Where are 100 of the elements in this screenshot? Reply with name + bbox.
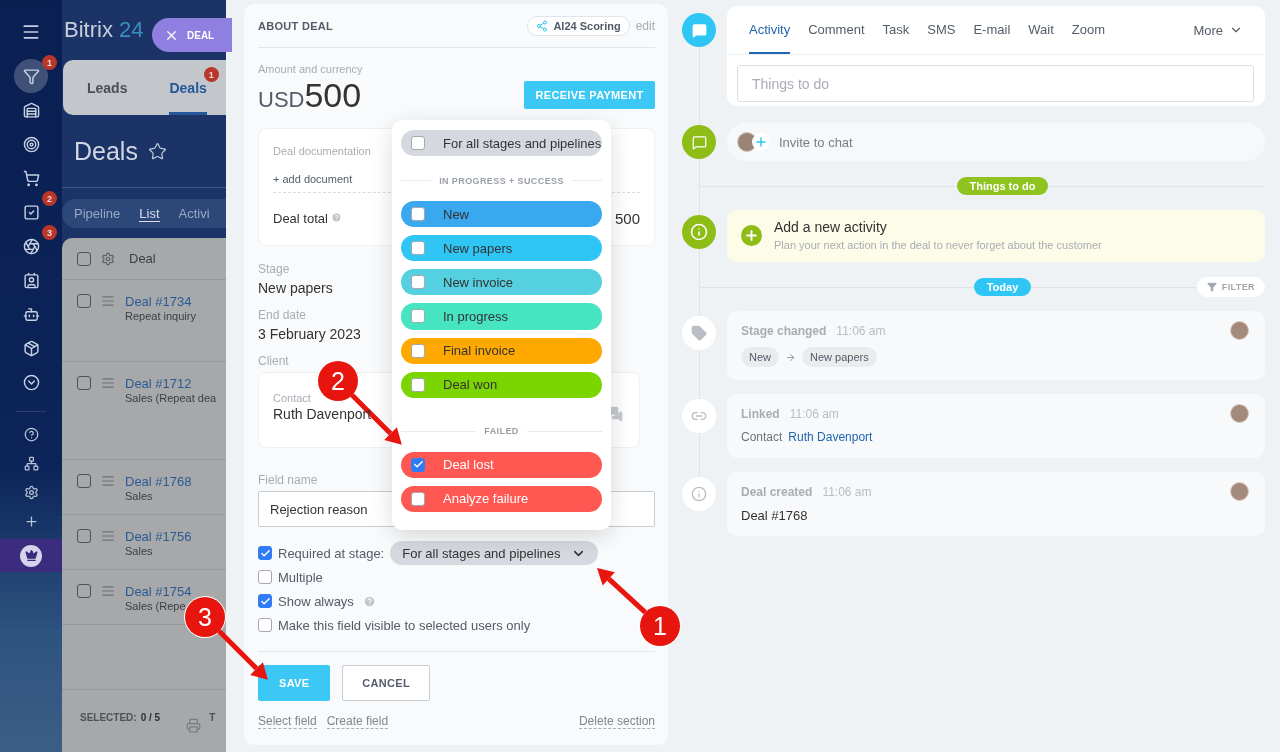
add-activity-hint: Plan your next action in the deal to never forget about the customer [774, 239, 1102, 251]
checkbox[interactable] [411, 136, 425, 151]
deal-source: Sales (Repe [125, 600, 187, 612]
checkbox[interactable] [411, 241, 425, 256]
action-link[interactable]: Delete section [578, 714, 655, 729]
section-pill: Things to do [956, 177, 1049, 195]
drag-handle-icon[interactable] [101, 529, 115, 543]
drag-handle-icon[interactable] [101, 376, 115, 390]
selected-label: SELECTED: [80, 712, 137, 723]
drag-handle-icon[interactable] [101, 474, 115, 488]
more-menu[interactable]: More [1193, 6, 1243, 54]
checkbox[interactable] [77, 376, 91, 390]
event-time: 11:06 am [789, 407, 839, 421]
stage-option[interactable]: New invoice [401, 269, 602, 296]
field-label: Stage [258, 262, 290, 276]
contact-link[interactable]: Ruth Davenport [788, 430, 873, 444]
help-icon[interactable] [23, 427, 39, 442]
stage-option[interactable]: In progress [401, 303, 602, 330]
count-badge: 1 [42, 55, 57, 70]
checkbox[interactable] [411, 457, 425, 472]
deal-link[interactable]: Deal #1734 [125, 294, 196, 309]
checkbox[interactable] [411, 491, 425, 506]
checkbox[interactable] [77, 294, 91, 308]
checkbox[interactable] [258, 570, 272, 584]
option-label: Required at stage: [278, 545, 385, 561]
event-title: Linked [741, 407, 780, 421]
sidebar-icon [22, 271, 40, 289]
info-icon [682, 215, 716, 249]
star-icon[interactable] [147, 141, 167, 161]
add-activity-card[interactable]: Add a new activity Plan your next action in the deal to never forget about the customer [727, 210, 1265, 262]
sidebar-item[interactable] [14, 59, 48, 93]
checkbox[interactable] [77, 474, 91, 488]
activity-tab[interactable]: Activity [749, 6, 791, 54]
group-title: IN PROGRESS + SUCCESS [439, 175, 564, 186]
event-time: 11:06 am [822, 485, 872, 499]
action-link[interactable]: Create field [326, 714, 389, 729]
checkbox[interactable] [411, 377, 425, 392]
selected-count: 0 / 5 [140, 712, 161, 723]
pointer-arrow [597, 568, 647, 615]
stage-dropdown[interactable]: For all stages and pipelines [390, 541, 598, 565]
upgrade-item[interactable] [0, 539, 62, 572]
stage-option[interactable]: New [401, 201, 602, 228]
deal-source: Repeat inquiry [125, 310, 196, 322]
action-link[interactable]: Select field [258, 714, 317, 729]
invite-button[interactable]: Invite to chat [727, 123, 1265, 161]
stage-option[interactable]: Deal won [401, 371, 602, 398]
todo-input[interactable]: Things to do [737, 65, 1254, 102]
activity-tab[interactable]: Task [882, 6, 910, 54]
tag-icon [691, 325, 707, 341]
close-tab[interactable]: DEAL [152, 18, 232, 52]
sidebar-icon [22, 169, 40, 187]
checkbox[interactable] [258, 618, 272, 632]
activity-tab[interactable]: E-mail [973, 6, 1011, 54]
stage-chip: New [741, 347, 779, 367]
plus-icon [754, 135, 768, 149]
checkbox[interactable] [411, 343, 425, 358]
view-tab[interactable]: Pipeline [74, 205, 121, 222]
menu-icon[interactable] [21, 22, 41, 42]
checkbox[interactable] [77, 529, 91, 543]
deal-source: Sales [125, 490, 154, 502]
printer-icon[interactable] [186, 718, 202, 733]
view-tab[interactable]: List [139, 205, 160, 222]
nodes-icon[interactable] [23, 456, 39, 471]
drag-handle-icon[interactable] [101, 584, 115, 598]
stage-option[interactable]: Analyze failure [401, 485, 602, 512]
stage-option[interactable]: New papers [401, 235, 602, 262]
activity-tab[interactable]: Wait [1028, 6, 1054, 54]
crown-icon [24, 549, 38, 562]
sidebar-icon [22, 101, 40, 119]
option-label: Make this field visible to selected users only [278, 617, 531, 633]
checkbox[interactable] [77, 251, 91, 266]
activity-tab[interactable]: Zoom [1071, 6, 1106, 54]
deal-link[interactable]: Deal #1712 [125, 376, 217, 391]
field-value: New papers [258, 280, 333, 296]
view-tab[interactable]: Activi [178, 205, 210, 222]
checkbox[interactable] [258, 546, 272, 560]
drag-handle-icon[interactable] [101, 294, 115, 308]
stage-option[interactable]: For all stages and pipelines [401, 130, 602, 157]
stage-option[interactable]: Final invoice [401, 337, 602, 364]
option-label: Show always [278, 593, 354, 609]
cancel-button[interactable]: CANCEL [342, 665, 430, 701]
crm-tab[interactable]: Leads [87, 60, 128, 115]
activity-tab[interactable]: SMS [927, 6, 956, 54]
contact-name[interactable]: Ruth Davenport [273, 406, 372, 422]
sidebar-icon [22, 203, 40, 221]
field-label: Client [258, 354, 289, 368]
checkbox[interactable] [258, 594, 272, 608]
checkbox[interactable] [77, 584, 91, 598]
checkbox[interactable] [411, 275, 425, 290]
scoring-button[interactable]: AI24 Scoring [527, 15, 630, 36]
checkbox[interactable] [411, 309, 425, 324]
checkbox[interactable] [411, 207, 425, 222]
sidebar-icon [22, 373, 40, 391]
deal-link[interactable]: Deal #1756 [125, 529, 192, 544]
activity-tab[interactable]: Comment [808, 6, 865, 54]
settings-icon[interactable] [23, 485, 39, 500]
deal-link[interactable]: Deal #1754 [125, 584, 192, 599]
plus-icon[interactable] [23, 514, 39, 529]
stage-option[interactable]: Deal lost [401, 451, 602, 478]
deal-link[interactable]: Deal #1768 [125, 474, 192, 489]
